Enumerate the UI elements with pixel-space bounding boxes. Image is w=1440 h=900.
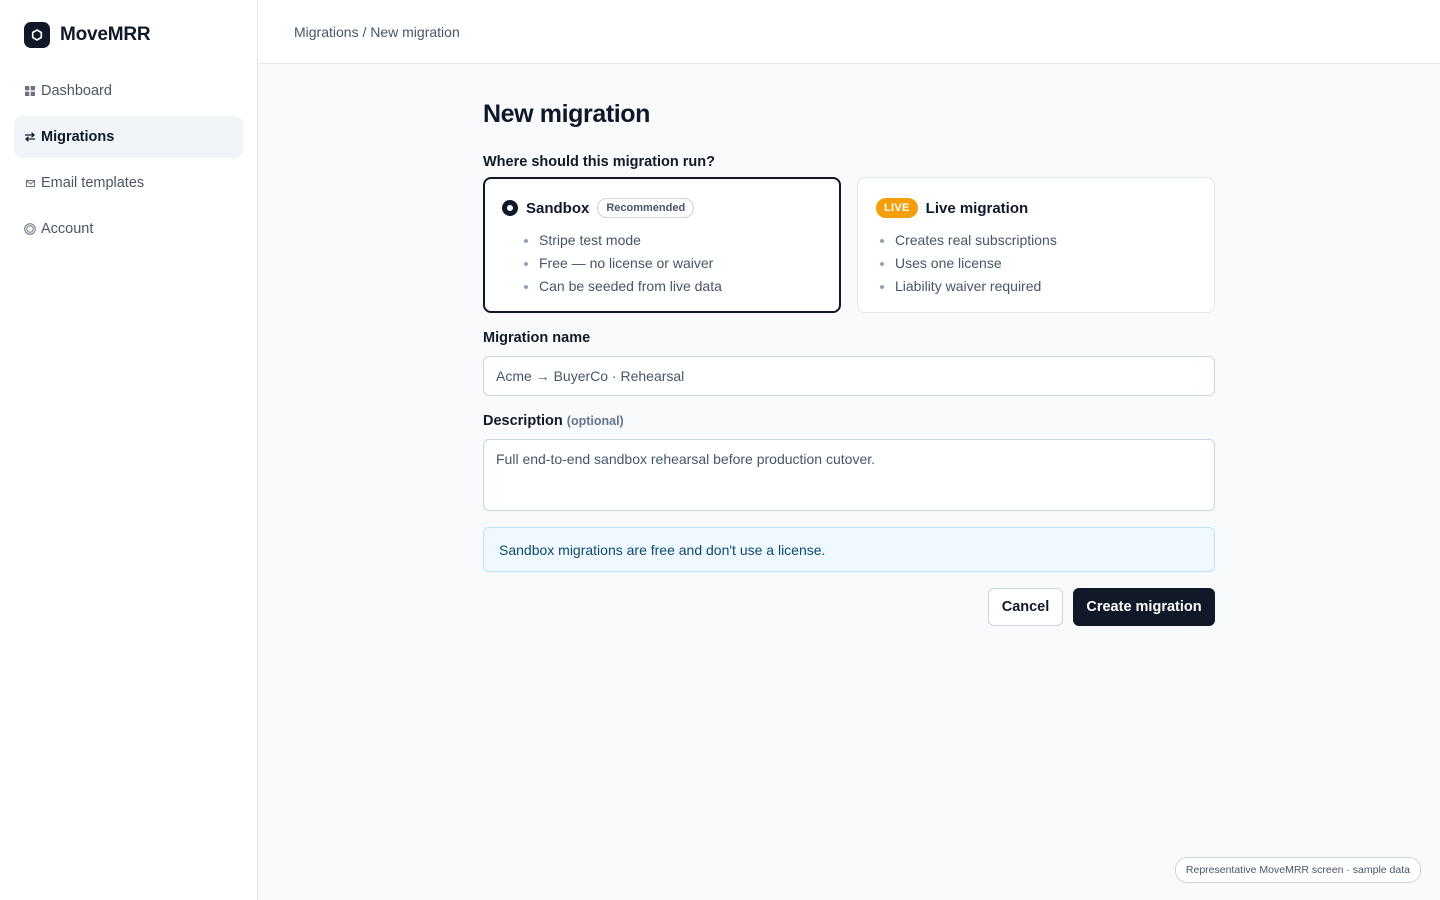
option-bullets: Stripe test mode Free — no license or wa… <box>502 229 822 298</box>
list-item: Uses one license <box>895 252 1196 275</box>
description-label: Description (optional) <box>483 413 1215 433</box>
description-label-text: Description <box>483 413 563 429</box>
new-migration-form: New migration Where should this migratio… <box>483 100 1215 626</box>
sidebar-item-account[interactable]: Account <box>14 208 243 250</box>
grid-icon <box>24 86 36 96</box>
migration-name-input[interactable] <box>483 356 1215 396</box>
brand[interactable]: MoveMRR <box>24 22 151 48</box>
sidebar-item-email-templates[interactable]: Email templates <box>14 162 243 204</box>
user-circle-icon <box>24 223 36 235</box>
option-title: Sandbox <box>526 199 590 217</box>
option-title: Live migration <box>925 199 1029 217</box>
breadcrumb[interactable]: Migrations / New migration <box>294 24 460 40</box>
environment-options: Sandbox Recommended Stripe test mode Fre… <box>483 177 1215 313</box>
sidebar: MoveMRR Dashboard Migrations Email templ… <box>0 0 258 900</box>
list-item: Free — no license or waiver <box>539 252 822 275</box>
logo-icon <box>24 22 50 48</box>
live-option-card[interactable]: LIVE Live migration Creates real subscri… <box>857 177 1215 313</box>
sidebar-nav: Dashboard Migrations Email templates Acc… <box>14 70 243 254</box>
envelope-icon <box>24 179 36 187</box>
recommended-badge: Recommended <box>597 198 695 218</box>
description-textarea[interactable]: Full end-to-end sandbox rehearsal before… <box>483 439 1215 511</box>
form-actions: Cancel Create migration <box>483 588 1215 626</box>
list-item: Liability waiver required <box>895 275 1196 298</box>
optional-hint: (optional) <box>566 414 624 428</box>
info-text: Sandbox migrations are free and don't us… <box>499 541 826 558</box>
sidebar-item-dashboard[interactable]: Dashboard <box>14 70 243 112</box>
sandbox-option-card[interactable]: Sandbox Recommended Stripe test mode Fre… <box>483 177 841 313</box>
option-bullets: Creates real subscriptions Uses one lice… <box>876 229 1196 298</box>
list-item: Can be seeded from live data <box>539 275 822 298</box>
sidebar-item-label: Migrations <box>41 129 115 145</box>
live-badge: LIVE <box>876 198 918 218</box>
radio-selected-icon[interactable] <box>502 200 518 216</box>
topbar: Migrations / New migration <box>258 0 1440 64</box>
arrows-icon <box>24 132 36 142</box>
create-migration-button[interactable]: Create migration <box>1073 588 1215 626</box>
sidebar-item-migrations[interactable]: Migrations <box>14 116 243 158</box>
list-item: Stripe test mode <box>539 229 822 252</box>
sidebar-item-label: Account <box>41 221 94 237</box>
cancel-button[interactable]: Cancel <box>988 588 1063 626</box>
list-item: Creates real subscriptions <box>895 229 1196 252</box>
app-name: MoveMRR <box>60 24 151 45</box>
sidebar-item-label: Dashboard <box>41 83 112 99</box>
sample-data-note: Representative MoveMRR screen · sample d… <box>1174 857 1421 883</box>
sidebar-item-label: Email templates <box>41 175 145 191</box>
info-banner: Sandbox migrations are free and don't us… <box>483 527 1215 572</box>
environment-label: Where should this migration run? <box>483 154 715 170</box>
page-title: New migration <box>483 100 651 128</box>
migration-name-label: Migration name <box>483 330 591 346</box>
